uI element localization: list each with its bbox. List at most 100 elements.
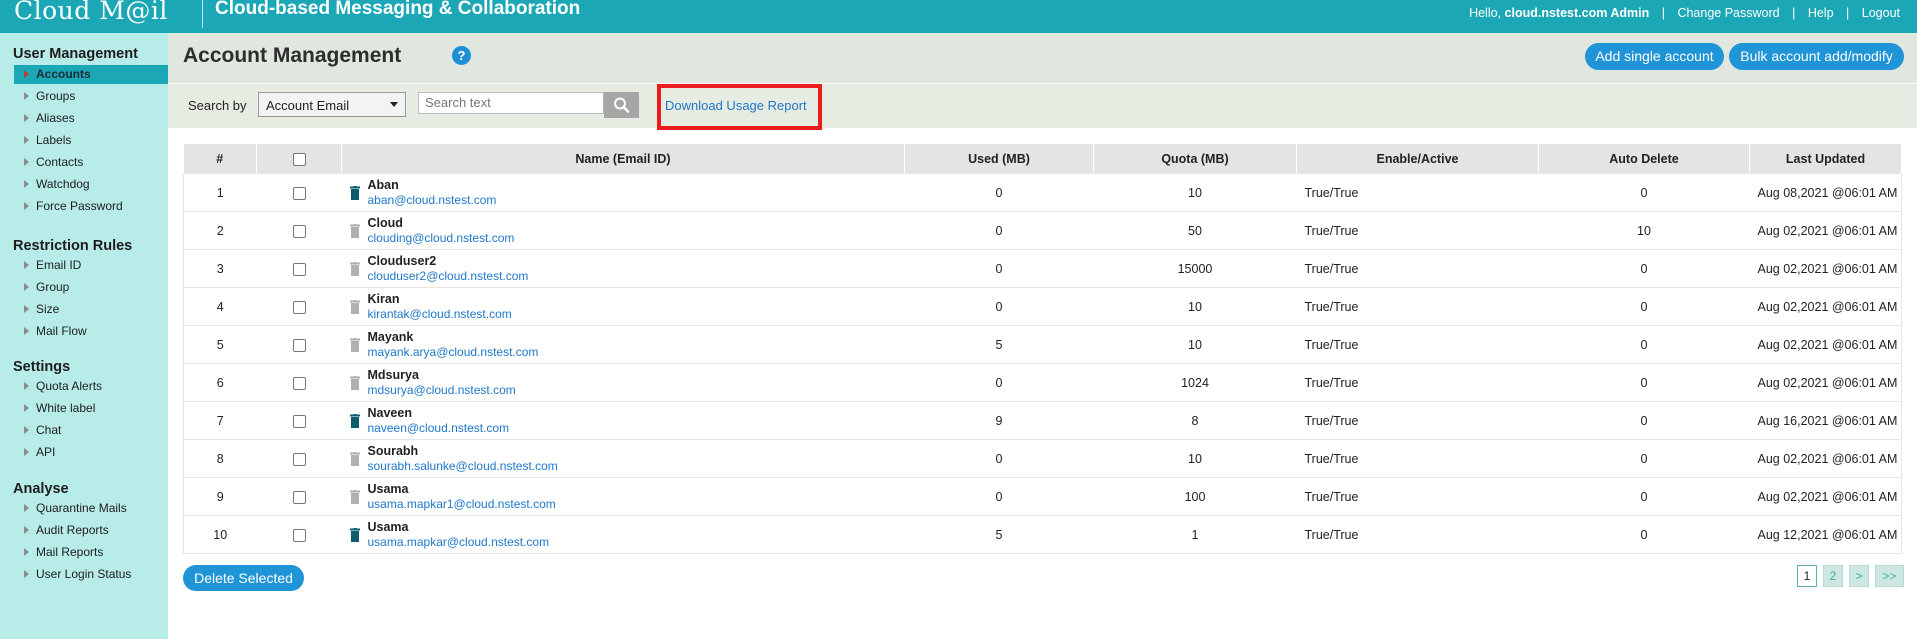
table-row[interactable]: 7 Naveen naveen@cloud.nstest.com 9 8 True/Tru… (183, 401, 1902, 440)
row-checkbox[interactable] (292, 376, 306, 390)
trash-icon[interactable] (349, 186, 360, 200)
select-all-checkbox[interactable] (292, 153, 306, 167)
account-email-link[interactable]: mayank.arya@cloud.nstest.com (368, 345, 539, 359)
sidebar-item-labels[interactable]: Labels (14, 131, 168, 150)
sidebar-item-contacts[interactable]: Contacts (14, 153, 168, 172)
used-mb: 0 (904, 287, 1094, 326)
search-input[interactable]: Search text (418, 92, 604, 114)
row-checkbox[interactable] (292, 490, 306, 504)
row-checkbox[interactable] (292, 186, 306, 200)
trash-icon[interactable] (349, 490, 360, 504)
account-email-link[interactable]: aban@cloud.nstest.com (368, 193, 497, 207)
sidebar-item-api[interactable]: API (14, 443, 168, 462)
download-usage-report-link[interactable]: Download Usage Report (665, 98, 807, 113)
trash-icon[interactable] (349, 300, 360, 314)
help-icon[interactable]: ? (452, 46, 471, 65)
row-checkbox[interactable] (292, 414, 306, 428)
sidebar-item-force-password[interactable]: Force Password (14, 197, 168, 216)
quota-mb: 1 (1093, 515, 1297, 554)
row-checkbox[interactable] (292, 300, 306, 314)
auto-delete: 0 (1538, 174, 1750, 212)
account-email-link[interactable]: mdsurya@cloud.nstest.com (368, 383, 516, 397)
caret-right-icon (24, 70, 29, 78)
sidebar-item-white-label[interactable]: White label (14, 399, 168, 418)
col-last-updated[interactable]: Last Updated (1749, 144, 1902, 174)
sidebar-item-quota-alerts[interactable]: Quota Alerts (14, 377, 168, 396)
help-link[interactable]: Help (1808, 6, 1834, 20)
table-row[interactable]: 1 Aban aban@cloud.nstest.com 0 10 True/True 0 A… (183, 174, 1902, 212)
account-email-link[interactable]: clouding@cloud.nstest.com (368, 231, 515, 245)
sidebar-item-label: White label (36, 401, 96, 415)
sidebar-item-group[interactable]: Group (14, 278, 168, 297)
sidebar-item-label: Size (36, 302, 60, 316)
sidebar-item-audit-reports[interactable]: Audit Reports (14, 521, 168, 540)
last-updated: Aug 02,2021 @06:01 AM (1749, 287, 1902, 326)
trash-icon[interactable] (349, 262, 360, 276)
col-status[interactable]: Enable/Active (1296, 144, 1539, 174)
search-button[interactable] (604, 92, 639, 118)
page-1-button[interactable]: 1 (1797, 565, 1817, 587)
account-email-link[interactable]: kirantak@cloud.nstest.com (368, 307, 512, 321)
sidebar-item-quarantine-mails[interactable]: Quarantine Mails (14, 499, 168, 518)
add-single-account-button[interactable]: Add single account (1585, 43, 1724, 70)
row-checkbox[interactable] (292, 338, 306, 352)
table-row[interactable]: 4 Kiran kirantak@cloud.nstest.com 0 10 True/T… (183, 287, 1902, 326)
next-page-button[interactable]: > (1849, 565, 1869, 587)
sidebar-item-email-id[interactable]: Email ID (14, 256, 168, 275)
row-checkbox[interactable] (292, 528, 306, 542)
sidebar-item-size[interactable]: Size (14, 300, 168, 319)
account-email-link[interactable]: usama.mapkar@cloud.nstest.com (368, 535, 550, 549)
auto-delete: 0 (1538, 363, 1750, 402)
table-row[interactable]: 8 Sourabh sourabh.salunke@cloud.nstest.com… (183, 439, 1902, 478)
sidebar-item-label: Aliases (36, 111, 75, 125)
trash-icon[interactable] (349, 224, 360, 238)
col-name[interactable]: Name (Email ID) (341, 144, 905, 174)
trash-icon[interactable] (349, 528, 360, 542)
logout-link[interactable]: Logout (1862, 6, 1900, 20)
account-cell: Naveen naveen@cloud.nstest.com (341, 401, 905, 440)
row-select (256, 249, 342, 288)
table-row[interactable]: 2 Cloud clouding@cloud.nstest.com 0 50 True/T… (183, 211, 1902, 250)
row-checkbox[interactable] (292, 452, 306, 466)
account-name: Sourabh (367, 444, 419, 458)
delete-selected-button[interactable]: Delete Selected (183, 565, 304, 591)
table-row[interactable]: 5 Mayank mayank.arya@cloud.nstest.com 5 10 Tr… (183, 325, 1902, 364)
account-name: Kiran (367, 292, 400, 306)
account-email-link[interactable]: usama.mapkar1@cloud.nstest.com (368, 497, 556, 511)
row-checkbox[interactable] (292, 262, 306, 276)
col-quota[interactable]: Quota (MB) (1093, 144, 1297, 174)
table-row[interactable]: 10 Usama usama.mapkar@cloud.nstest.com 5 1 Tr… (183, 515, 1902, 554)
trash-icon[interactable] (349, 414, 360, 428)
auto-delete: 0 (1538, 477, 1750, 516)
sidebar-item-aliases[interactable]: Aliases (14, 109, 168, 128)
last-updated: Aug 02,2021 @06:01 AM (1749, 211, 1902, 250)
account-email-link[interactable]: sourabh.salunke@cloud.nstest.com (368, 459, 558, 473)
row-select (256, 477, 342, 516)
account-email-link[interactable]: naveen@cloud.nstest.com (368, 421, 510, 435)
page-2-button[interactable]: 2 (1823, 565, 1843, 587)
trash-icon[interactable] (349, 452, 360, 466)
account-email-link[interactable]: clouduser2@cloud.nstest.com (368, 269, 529, 283)
trash-icon[interactable] (349, 376, 360, 390)
col-used[interactable]: Used (MB) (904, 144, 1094, 174)
sidebar-item-user-login-status[interactable]: User Login Status (14, 565, 168, 584)
col-auto-delete[interactable]: Auto Delete (1538, 144, 1750, 174)
table-row[interactable]: 3 Clouduser2 clouduser2@cloud.nstest.com 0 1… (183, 249, 1902, 288)
search-field-select[interactable]: Account Email (258, 92, 406, 117)
table-row[interactable]: 6 Mdsurya mdsurya@cloud.nstest.com 0 1024 Tru… (183, 363, 1902, 402)
account-name: Mdsurya (367, 368, 419, 382)
table-row[interactable]: 9 Usama usama.mapkar1@cloud.nstest.com 0 100… (183, 477, 1902, 516)
bulk-account-button[interactable]: Bulk account add/modify (1729, 43, 1904, 70)
quota-mb: 10 (1093, 287, 1297, 326)
sidebar-item-mail-flow[interactable]: Mail Flow (14, 322, 168, 341)
last-page-button[interactable]: >> (1875, 565, 1904, 587)
sidebar-item-chat[interactable]: Chat (14, 421, 168, 440)
sidebar-item-mail-reports[interactable]: Mail Reports (14, 543, 168, 562)
caret-right-icon (24, 92, 29, 100)
sidebar-item-accounts[interactable]: Accounts (14, 65, 168, 84)
trash-icon[interactable] (349, 338, 360, 352)
row-checkbox[interactable] (292, 224, 306, 238)
change-password-link[interactable]: Change Password (1677, 6, 1779, 20)
sidebar-item-watchdog[interactable]: Watchdog (14, 175, 168, 194)
sidebar-item-groups[interactable]: Groups (14, 87, 168, 106)
